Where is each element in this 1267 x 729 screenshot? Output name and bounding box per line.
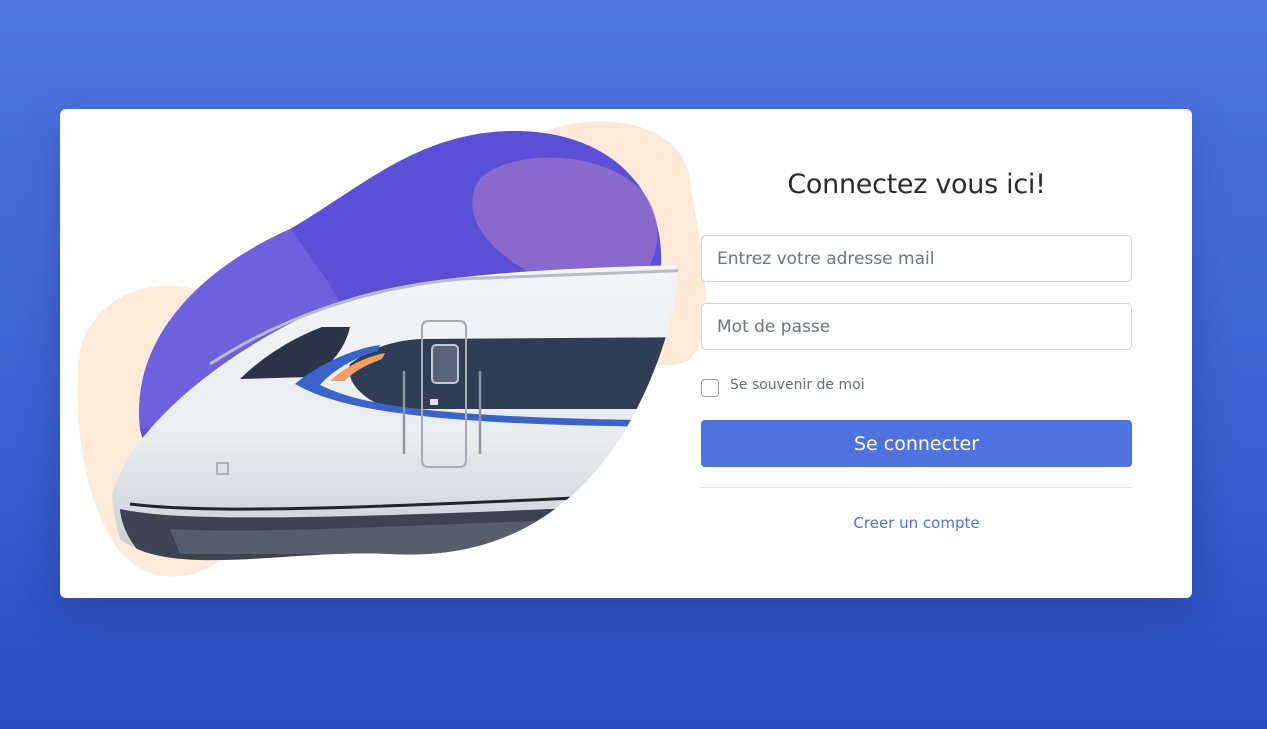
create-account-link[interactable]: Creer un compte <box>701 514 1132 532</box>
login-button[interactable]: Se connecter <box>701 420 1132 467</box>
remember-me-checkbox[interactable] <box>701 379 719 397</box>
divider <box>701 487 1132 488</box>
password-field[interactable] <box>701 303 1132 350</box>
remember-me: Se souvenir de moi <box>701 373 865 397</box>
page-title: Connectez vous ici! <box>787 169 1046 200</box>
email-field[interactable] <box>701 235 1132 282</box>
login-card: Connectez vous ici! Se souvenir de moi S… <box>60 109 1192 598</box>
train-illustration <box>77 121 706 577</box>
remember-me-label[interactable]: Se souvenir de moi <box>730 377 865 393</box>
